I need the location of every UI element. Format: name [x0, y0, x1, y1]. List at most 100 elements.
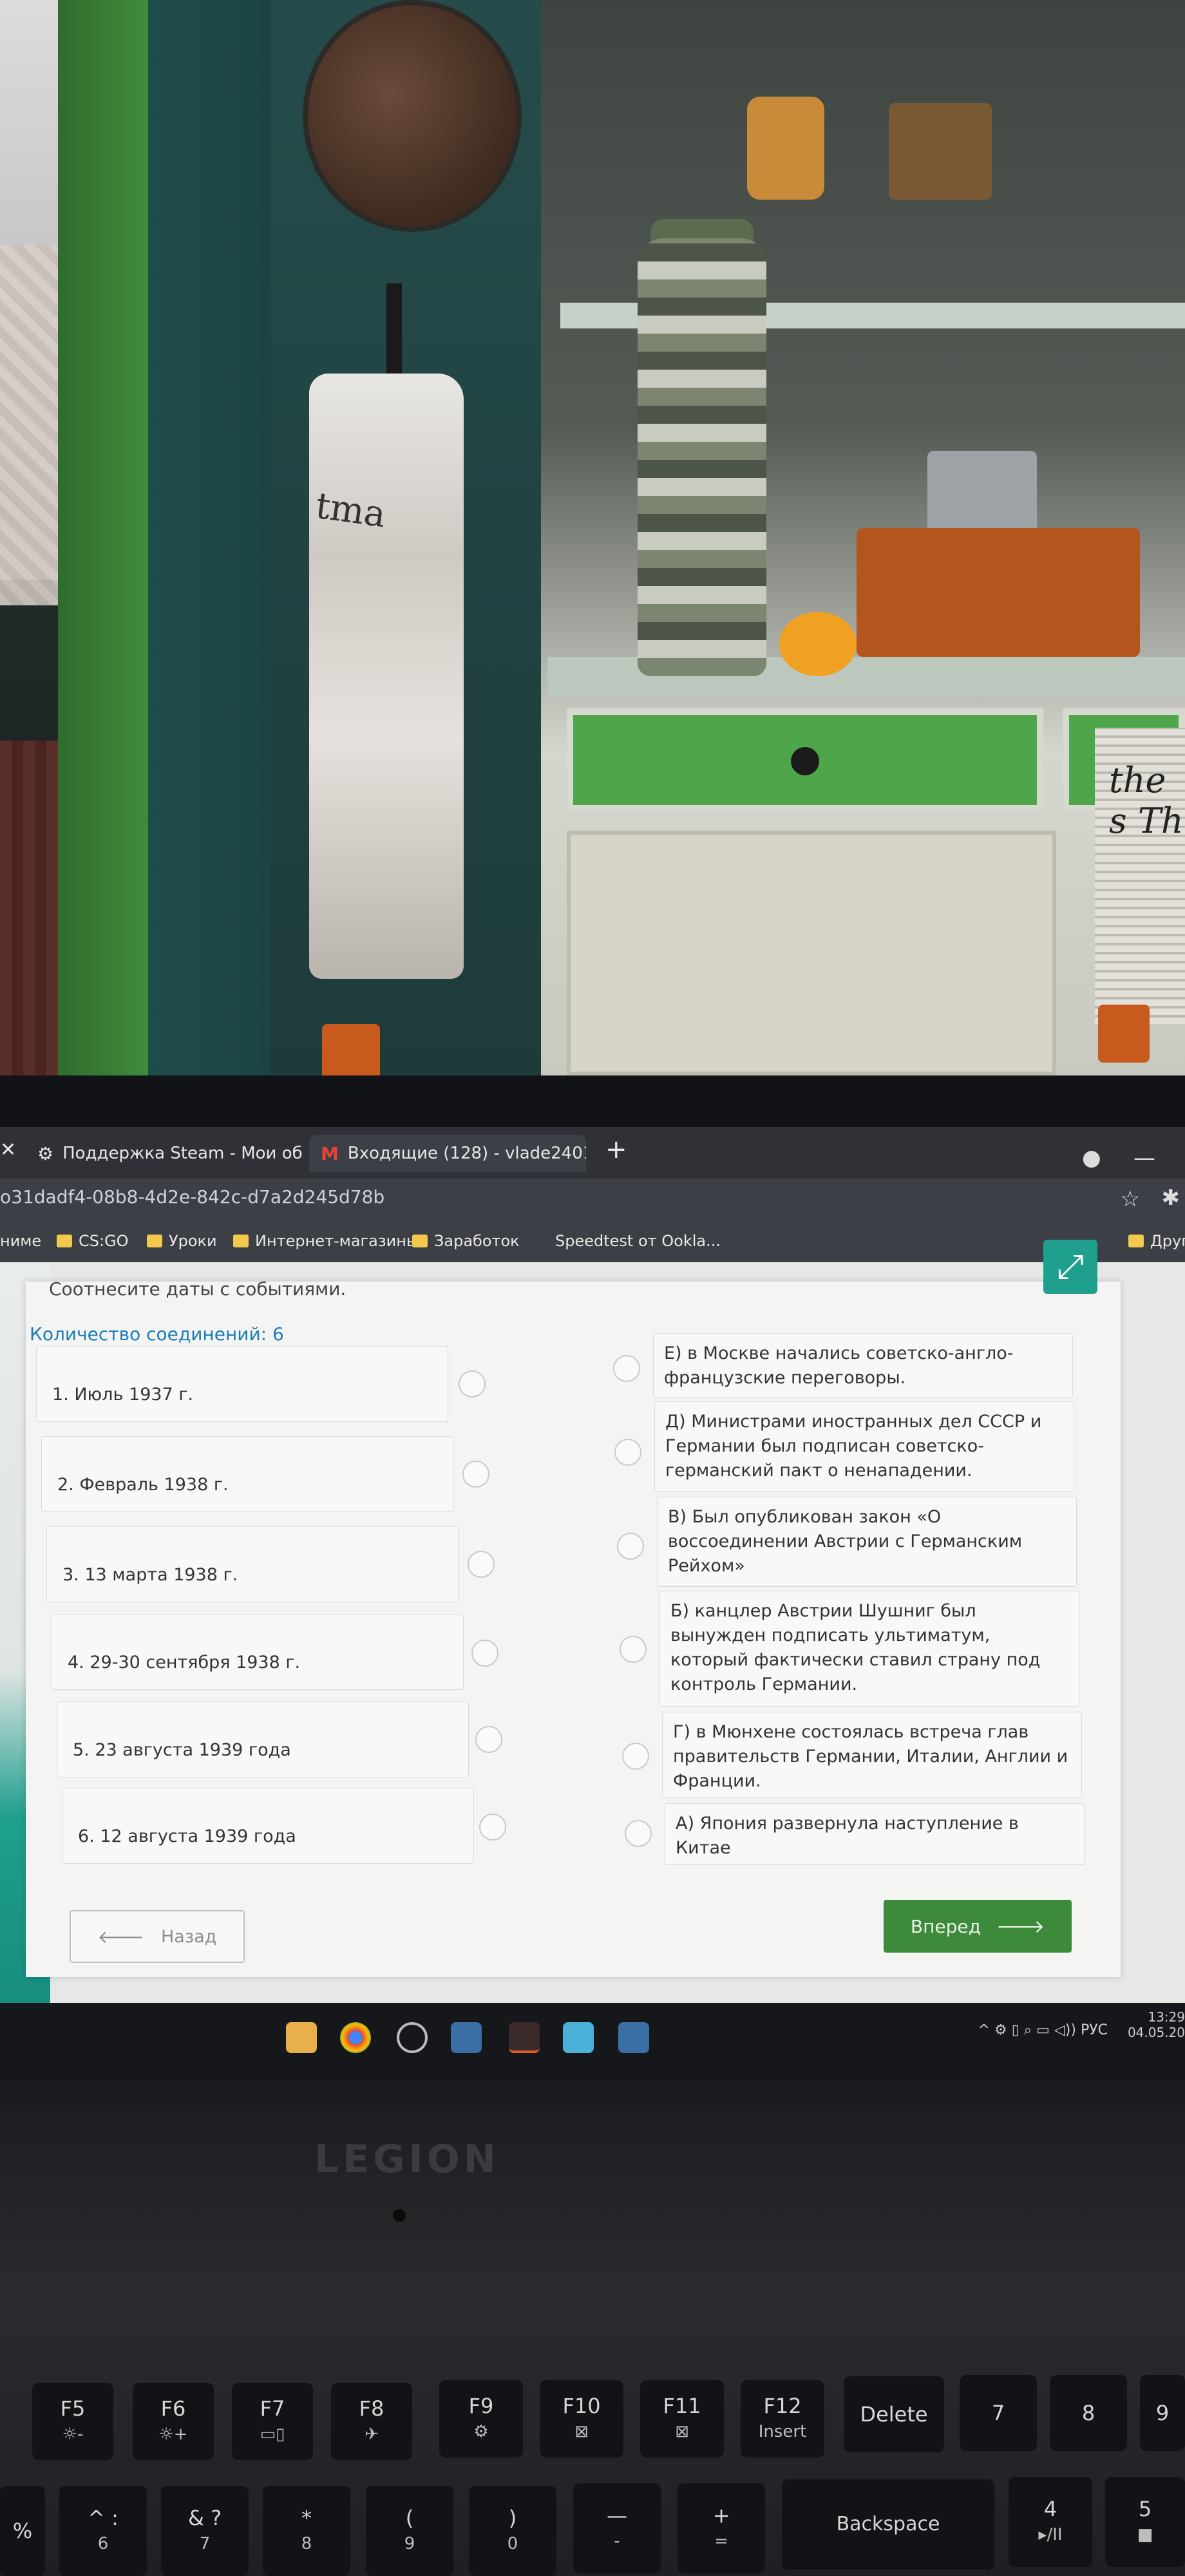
close-icon[interactable]: ✕	[0, 1139, 16, 1161]
folder-icon	[233, 1235, 249, 1247]
steam-icon[interactable]	[618, 2022, 649, 2053]
key-f7[interactable]: F7 ▭▯	[232, 2383, 313, 2460]
minimize-icon[interactable]: —	[1133, 1145, 1155, 1171]
folder-icon	[1128, 1235, 1144, 1247]
key-delete[interactable]: Delete	[844, 2376, 944, 2452]
back-button[interactable]: 🡐 Назад	[70, 1910, 245, 1963]
date-item-1[interactable]: 1. Июль 1937 г.	[36, 1346, 448, 1422]
date-connector-4[interactable]	[471, 1640, 498, 1667]
bookmark-folder-shops[interactable]: Интернет-магазины	[233, 1232, 419, 1250]
date-item-2[interactable]: 2. Февраль 1938 г.	[41, 1436, 453, 1512]
notepad-icon[interactable]	[563, 2022, 594, 2053]
key-6[interactable]: ^ :6	[59, 2486, 147, 2576]
profile-icon[interactable]: ●	[1082, 1145, 1101, 1171]
room-photo: tma the s Th	[0, 0, 1185, 1075]
jar	[889, 103, 992, 200]
bookmark-folder-csgo[interactable]: CS:GO	[57, 1232, 129, 1250]
obs-icon[interactable]	[397, 2022, 428, 2053]
screen-bezel	[0, 1075, 1185, 1127]
event-item-v[interactable]: В) Был опубликован закон «О воссоединени…	[657, 1497, 1077, 1587]
key-0[interactable]: ) 0	[469, 2486, 556, 2576]
fullscreen-expand-button[interactable]: ⤢	[1043, 1240, 1097, 1294]
tab-label: Входящие (128) - vlade2401@	[347, 1144, 586, 1163]
key-9[interactable]: (9	[366, 2486, 453, 2576]
chrome-icon[interactable]	[340, 2022, 371, 2053]
clock-time: 13:29	[1148, 2009, 1185, 2025]
event-item-b[interactable]: Б) канцлер Австрии Шушниг был вынужден п…	[659, 1591, 1079, 1707]
key-numpad-9[interactable]: 9	[1140, 2375, 1185, 2451]
arrow-right-icon: 🡒	[996, 1916, 1045, 1937]
newspaper-headline: the s Th	[1109, 760, 1184, 841]
key-minus[interactable]: — -	[573, 2483, 661, 2573]
system-tray[interactable]: ^ ⚙ ▯ ⌕ ▭ ◁)) РУС	[978, 2022, 1108, 2038]
date-connector-2[interactable]	[462, 1461, 489, 1488]
key-f6[interactable]: F6 ☼+	[133, 2383, 214, 2460]
bookmark-star-icon[interactable]: ☆	[1121, 1186, 1140, 1212]
bookmark-folder-lessons[interactable]: Уроки	[147, 1232, 217, 1250]
folder-icon	[412, 1235, 428, 1247]
date-item-5[interactable]: 5. 23 августа 1939 года	[57, 1701, 469, 1777]
key-f10[interactable]: F10 ⊠	[540, 2380, 623, 2458]
date-item-4[interactable]: 4. 29-30 сентября 1938 г.	[52, 1614, 464, 1690]
key-numpad-4[interactable]: 4 ▸/II	[1009, 2477, 1092, 2567]
bookmark-speedtest[interactable]: Speedtest от Ookla...	[555, 1232, 721, 1250]
taskbar-clock[interactable]: 13:29 04.05.20	[1128, 2009, 1185, 2040]
date-connector-1[interactable]	[459, 1370, 486, 1397]
new-tab-button[interactable]: +	[605, 1135, 627, 1164]
event-item-d[interactable]: Д) Министрами иностранных дел СССР и Гер…	[654, 1401, 1074, 1492]
key-numpad-5[interactable]: 5 ■	[1105, 2477, 1185, 2567]
key-f5[interactable]: F5 ☼-	[32, 2383, 113, 2460]
bookmark-folder-earnings[interactable]: Заработок	[412, 1232, 520, 1250]
date-connector-6[interactable]	[479, 1814, 506, 1841]
key-f12[interactable]: F12 Insert	[741, 2380, 824, 2458]
bookmark-item[interactable]: ниме	[0, 1232, 41, 1250]
key-5[interactable]: %	[0, 2486, 45, 2576]
key-7[interactable]: & ? 7	[161, 2486, 249, 2576]
next-button[interactable]: Вперед 🡒	[884, 1900, 1072, 1953]
hanging-bag	[309, 374, 464, 979]
date-item-6[interactable]: 6. 12 августа 1939 года	[62, 1788, 474, 1864]
round-mirror	[303, 0, 522, 232]
connections-count: Количество соединений: 6	[30, 1323, 284, 1345]
event-connector-b[interactable]	[620, 1636, 647, 1663]
app-icon[interactable]	[509, 2022, 540, 2053]
date-connector-3[interactable]	[468, 1551, 495, 1578]
extension-icon[interactable]: ✱	[1162, 1185, 1180, 1211]
event-connector-d[interactable]	[614, 1439, 641, 1466]
event-item-g[interactable]: Г) в Мюнхене состоялась встреча глав пра…	[662, 1712, 1082, 1798]
key-equals[interactable]: + =	[678, 2483, 765, 2573]
tab-label: Поддержка Steam - Мои обра	[62, 1144, 303, 1163]
tab-steam-support[interactable]: ⚙ Поддержка Steam - Мои обра ✕	[26, 1135, 303, 1172]
key-f9[interactable]: F9 ⚙	[439, 2380, 523, 2458]
event-connector-a[interactable]	[625, 1820, 652, 1847]
key-backspace[interactable]: Backspace	[782, 2479, 994, 2570]
key-8[interactable]: * 8	[263, 2486, 350, 2576]
steam-icon[interactable]	[451, 2022, 482, 2053]
key-numpad-8[interactable]: 8	[1050, 2375, 1127, 2451]
address-bar[interactable]: o31dadf4-08b8-4d2e-842c-d7a2d245d78b ☆ ✱	[0, 1179, 1185, 1224]
key-f11[interactable]: F11 ⊠	[640, 2380, 724, 2458]
camo-thermos	[638, 238, 766, 676]
cabinet-door	[567, 831, 1056, 1075]
event-item-a[interactable]: А) Япония развернула наступление в Китае	[665, 1803, 1085, 1865]
key-f8[interactable]: F8 ✈	[331, 2383, 412, 2460]
file-explorer-icon[interactable]	[286, 2022, 317, 2053]
event-connector-v[interactable]	[617, 1533, 644, 1560]
key-numpad-7[interactable]: 7	[960, 2375, 1037, 2451]
browser-tabbar: ✕ ⚙ Поддержка Steam - Мои обра ✕ M Входя…	[0, 1127, 1185, 1179]
folder-icon	[57, 1235, 72, 1247]
question-title: Соотнесите даты с событиями.	[49, 1278, 346, 1300]
gmail-icon: M	[321, 1142, 339, 1164]
url-text[interactable]: o31dadf4-08b8-4d2e-842c-d7a2d245d78b	[0, 1186, 384, 1208]
event-connector-g[interactable]	[622, 1743, 649, 1770]
date-item-3[interactable]: 3. 13 марта 1938 г.	[46, 1526, 459, 1602]
event-connector-e[interactable]	[613, 1355, 640, 1382]
orange-cap	[322, 1024, 380, 1075]
tab-gmail-inbox[interactable]: M Входящие (128) - vlade2401@ ✕	[309, 1135, 586, 1172]
folder-icon	[147, 1235, 162, 1247]
bookmark-folder-other[interactable]: Друг	[1128, 1232, 1185, 1250]
laptop-body: LEGION F5 ☼- F6 ☼+ F7 ▭▯ F8 ✈ F9 ⚙ F10 ⊠ F11 ⊠ …	[0, 2106, 1185, 2576]
date-connector-5[interactable]	[475, 1726, 502, 1753]
orange-cap	[1098, 1005, 1150, 1063]
event-item-e[interactable]: Е) в Москве начались советско-англо-фран…	[653, 1333, 1073, 1397]
